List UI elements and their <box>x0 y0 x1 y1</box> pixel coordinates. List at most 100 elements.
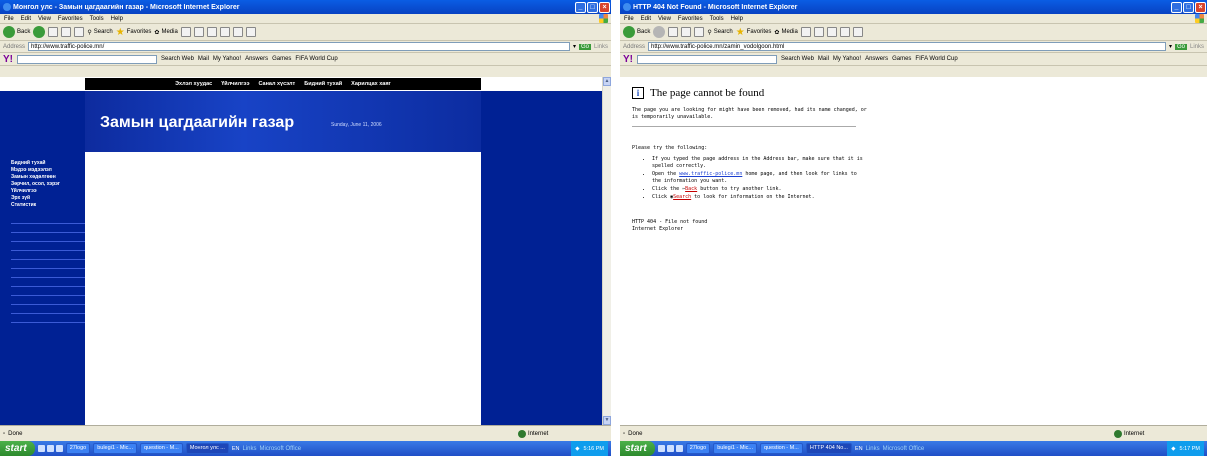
menu-favorites[interactable]: Favorites <box>58 16 83 22</box>
games-link[interactable]: Games <box>892 56 911 62</box>
menu-file[interactable]: File <box>4 16 14 22</box>
edit-button[interactable] <box>219 27 230 37</box>
back-button[interactable]: Back <box>623 26 650 38</box>
stop-button[interactable] <box>668 27 679 37</box>
links-button[interactable]: Links <box>594 44 608 50</box>
menu-help[interactable]: Help <box>111 16 123 22</box>
side-menu-item[interactable]: Зөрчил, осол, хэрэг <box>0 181 85 188</box>
language-indicator[interactable]: EN <box>855 446 863 452</box>
search-link[interactable]: Search <box>673 194 691 200</box>
home-button[interactable] <box>74 27 85 37</box>
back-link[interactable]: Back <box>685 186 697 192</box>
answers-link[interactable]: Answers <box>245 56 268 62</box>
media-button[interactable]: ✿ Media <box>774 29 797 36</box>
media-button[interactable]: ✿ Media <box>154 29 177 36</box>
mail-button[interactable] <box>813 27 824 37</box>
links-toolbar[interactable]: Links <box>243 446 257 452</box>
vertical-scrollbar[interactable]: ▲ ▼ <box>602 77 611 425</box>
menu-help[interactable]: Help <box>731 16 743 22</box>
go-button[interactable]: Go <box>1174 43 1187 50</box>
address-input[interactable]: http://www.traffic-police.mn/zamin_vodol… <box>648 42 1166 51</box>
taskbar-button[interactable]: question - M... <box>759 443 803 454</box>
print-button[interactable] <box>826 27 837 37</box>
search-web-button[interactable]: Search Web <box>781 56 814 62</box>
scroll-up-icon[interactable]: ▲ <box>603 77 611 86</box>
office-toolbar[interactable]: Microsoft Office <box>883 446 925 452</box>
office-toolbar[interactable]: Microsoft Office <box>260 446 302 452</box>
refresh-button[interactable] <box>61 27 72 37</box>
favorites-button[interactable]: ★ Favorites <box>736 27 772 38</box>
messenger-button[interactable] <box>852 27 863 37</box>
forward-button[interactable] <box>653 26 666 38</box>
nav-feedback[interactable]: Санал хүсэлт <box>258 81 295 87</box>
go-button[interactable]: Go <box>578 43 591 50</box>
history-button[interactable] <box>800 27 811 37</box>
mail-link[interactable]: Mail <box>818 56 829 62</box>
my-yahoo-link[interactable]: My Yahoo! <box>833 56 861 62</box>
links-toolbar[interactable]: Links <box>866 446 880 452</box>
side-menu-item[interactable]: Замын хөдөлгөөн <box>0 174 85 181</box>
close-button[interactable]: × <box>1195 1 1206 13</box>
stop-button[interactable] <box>48 27 59 37</box>
folder-button[interactable] <box>839 27 850 37</box>
side-menu-item[interactable]: Эрх зүй <box>0 195 85 202</box>
games-link[interactable]: Games <box>272 56 291 62</box>
fifa-link[interactable]: FIFA World Cup <box>295 56 337 62</box>
tray-icon[interactable]: ◆ <box>1171 446 1175 452</box>
taskbar-button[interactable]: 27logo <box>685 443 711 454</box>
dropdown-icon[interactable]: ▾ <box>1169 43 1172 50</box>
nav-about[interactable]: Бидний тухай <box>304 81 342 87</box>
taskbar-button[interactable]: 27logo <box>65 443 91 454</box>
answers-link[interactable]: Answers <box>865 56 888 62</box>
back-button[interactable]: Back <box>3 26 30 38</box>
menu-view[interactable]: View <box>38 16 51 22</box>
maximize-button[interactable]: □ <box>1183 1 1194 13</box>
home-button[interactable] <box>694 27 705 37</box>
menu-favorites[interactable]: Favorites <box>678 16 703 22</box>
window-titlebar[interactable]: HTTP 404 Not Found - Microsoft Internet … <box>620 0 1207 14</box>
menu-edit[interactable]: Edit <box>641 16 651 22</box>
home-page-link[interactable]: www.traffic-police.mn <box>679 171 742 177</box>
quicklaunch-icon[interactable] <box>46 445 54 452</box>
start-button[interactable]: start <box>620 441 655 456</box>
side-menu-item[interactable]: Үйлчилгээ <box>0 188 85 195</box>
yahoo-logo[interactable]: Y! <box>3 54 13 65</box>
menu-tools[interactable]: Tools <box>90 16 104 22</box>
yahoo-search-input[interactable] <box>637 54 777 64</box>
maximize-button[interactable]: □ <box>587 1 598 13</box>
quicklaunch-icon[interactable] <box>55 445 63 452</box>
mail-link[interactable]: Mail <box>198 56 209 62</box>
print-button[interactable] <box>206 27 217 37</box>
minimize-button[interactable]: _ <box>575 1 586 13</box>
yahoo-logo[interactable]: Y! <box>623 54 633 65</box>
fifa-link[interactable]: FIFA World Cup <box>915 56 957 62</box>
close-button[interactable]: × <box>599 1 610 13</box>
nav-services[interactable]: Үйлчилгээ <box>221 81 249 87</box>
history-button[interactable] <box>180 27 191 37</box>
my-yahoo-link[interactable]: My Yahoo! <box>213 56 241 62</box>
quicklaunch-icon[interactable] <box>37 445 45 452</box>
side-menu-item[interactable]: Статистик <box>0 202 85 209</box>
taskbar-button-active[interactable]: HTTP 404 No... <box>805 443 852 454</box>
quicklaunch-icon[interactable] <box>675 445 683 452</box>
search-button[interactable]: ⚲ Search <box>707 29 732 36</box>
refresh-button[interactable] <box>681 27 692 37</box>
nav-home[interactable]: Эхлэл хуудас <box>175 81 212 87</box>
taskbar-button[interactable]: question - M... <box>139 443 183 454</box>
language-indicator[interactable]: EN <box>232 446 240 452</box>
nav-contact[interactable]: Харилцах хаяг <box>351 81 391 87</box>
menu-file[interactable]: File <box>624 16 634 22</box>
yahoo-search-input[interactable] <box>17 54 157 64</box>
window-titlebar[interactable]: Монгол улс - Замын цагдаагийн газар - Mi… <box>0 0 611 14</box>
menu-tools[interactable]: Tools <box>710 16 724 22</box>
address-input[interactable]: http://www.traffic-police.mn/ <box>28 42 570 51</box>
side-menu-item[interactable]: Бидний тухай <box>0 160 85 167</box>
mail-button[interactable] <box>193 27 204 37</box>
forward-button[interactable] <box>33 26 46 38</box>
scroll-down-icon[interactable]: ▼ <box>603 416 611 425</box>
quicklaunch-icon[interactable] <box>657 445 665 452</box>
tray-icon[interactable]: ◆ <box>575 446 579 452</box>
start-button[interactable]: start <box>0 441 35 456</box>
menu-view[interactable]: View <box>658 16 671 22</box>
minimize-button[interactable]: _ <box>1171 1 1182 13</box>
